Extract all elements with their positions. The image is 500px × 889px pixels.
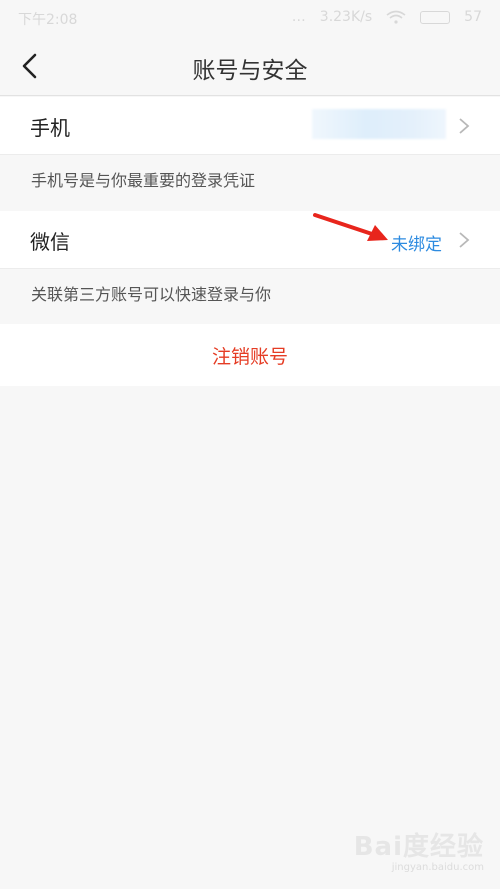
cancel-account-button[interactable]: 注销账号 — [0, 324, 500, 386]
wechat-row[interactable]: 微信 未绑定 — [0, 211, 500, 269]
chevron-right-icon — [459, 232, 470, 248]
phone-row[interactable]: 手机 — [0, 97, 500, 155]
wifi-icon — [386, 10, 406, 24]
signal-icon: … — [291, 9, 306, 25]
wechat-label: 微信 — [30, 230, 70, 254]
wechat-hint: 关联第三方账号可以快速登录与你 — [31, 285, 272, 304]
phone-number-obscured — [312, 109, 446, 139]
wechat-status: 未绑定 — [391, 235, 442, 255]
cancel-account-label: 注销账号 — [211, 346, 288, 368]
nav-bar: 账号与安全 — [0, 36, 500, 96]
phone-hint: 手机号是与你最重要的登录凭证 — [31, 171, 256, 190]
chevron-right-icon — [459, 118, 470, 134]
watermark: Bai度经验 jingyan.baidu.com — [354, 833, 484, 873]
watermark-brand: Bai度经验 — [353, 832, 484, 863]
battery-level: 57 — [464, 9, 482, 25]
battery-icon — [420, 10, 451, 24]
status-icons: … 3.23K/s 57 — [292, 9, 482, 25]
network-speed: 3.23K/s — [319, 9, 373, 25]
red-arrow-annotation — [313, 213, 388, 241]
watermark-url: jingyan.baidu.com — [391, 862, 484, 873]
status-time: 下午2:08 — [18, 12, 78, 28]
page-title: 账号与安全 — [192, 58, 308, 84]
phone-label: 手机 — [30, 116, 70, 140]
status-bar: 下午2:08 … 3.23K/s 57 — [0, 0, 500, 36]
